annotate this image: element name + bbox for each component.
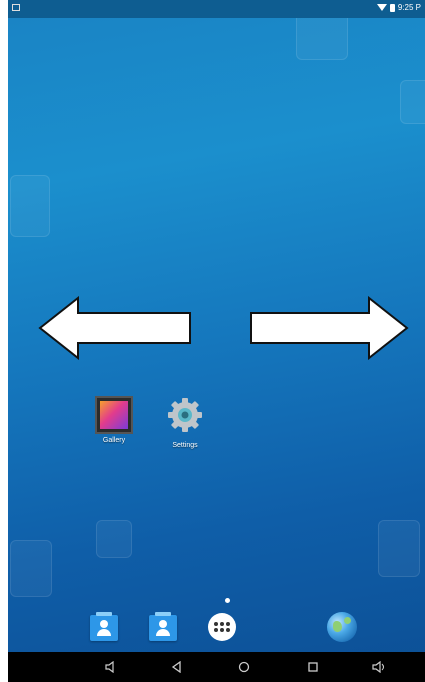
arrow-right-icon (250, 296, 409, 360)
volume-down-icon[interactable] (104, 661, 118, 673)
volume-up-icon[interactable] (372, 661, 386, 673)
status-bar: 9:25 P (8, 0, 425, 18)
gallery-icon (95, 396, 133, 434)
contacts-icon (90, 612, 118, 641)
status-tray: 9:25 P (376, 3, 421, 12)
browser-icon (327, 612, 357, 642)
battery-icon (389, 3, 395, 12)
wifi-icon (376, 4, 387, 11)
app-label: Gallery (102, 437, 126, 444)
contacts-icon (149, 612, 177, 641)
dock-contacts[interactable] (90, 612, 118, 641)
home-screen: 9:25 P Gallery Settings (8, 0, 425, 682)
wallpaper-tile (10, 540, 52, 597)
navigation-bar (8, 652, 425, 682)
back-icon[interactable] (170, 661, 184, 673)
wallpaper-tile (378, 520, 420, 577)
app-launcher-icon (208, 613, 236, 641)
page-indicator (225, 598, 230, 603)
notification-icon (12, 4, 20, 11)
dock-browser[interactable] (327, 612, 357, 642)
settings-icon (168, 398, 202, 432)
wallpaper-tile (10, 175, 50, 237)
wallpaper-tile (400, 80, 425, 124)
dock-app-launcher[interactable] (208, 613, 236, 641)
app-gallery[interactable]: Gallery (87, 396, 141, 444)
recents-icon[interactable] (306, 661, 320, 673)
status-time: 9:25 P (397, 3, 421, 12)
app-label: Settings (172, 442, 198, 449)
wallpaper-tile (96, 520, 132, 558)
home-icon[interactable] (237, 661, 251, 673)
arrow-left-icon (38, 296, 191, 360)
dock-contacts[interactable] (149, 612, 177, 641)
app-settings[interactable]: Settings (158, 396, 212, 449)
